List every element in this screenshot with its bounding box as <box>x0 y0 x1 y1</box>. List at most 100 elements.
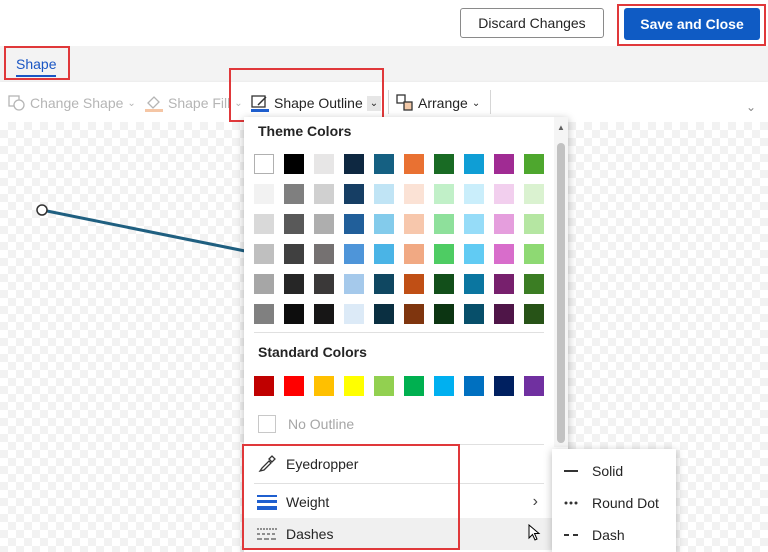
change-shape-label: Change Shape <box>30 95 124 111</box>
chevron-down-icon: ⌄ <box>234 97 243 109</box>
theme-color-swatch[interactable] <box>254 154 274 174</box>
theme-color-swatch[interactable] <box>404 184 424 204</box>
scroll-up-arrow-icon[interactable]: ▲ <box>557 123 565 132</box>
dashes-label: Dashes <box>286 526 334 542</box>
theme-color-swatch[interactable] <box>284 214 304 234</box>
dashes-icon <box>256 527 278 541</box>
theme-color-swatch[interactable] <box>524 304 544 324</box>
theme-color-swatch[interactable] <box>344 154 364 174</box>
theme-color-swatch[interactable] <box>464 244 484 264</box>
solid-option[interactable]: Solid <box>552 455 676 487</box>
theme-color-swatch[interactable] <box>314 184 334 204</box>
theme-color-swatch[interactable] <box>524 184 544 204</box>
eyedropper-menu-item[interactable]: Eyedropper <box>244 448 554 480</box>
theme-color-swatch[interactable] <box>404 214 424 234</box>
theme-color-swatch[interactable] <box>434 184 454 204</box>
discard-changes-button[interactable]: Discard Changes <box>460 8 604 38</box>
theme-color-swatch[interactable] <box>344 184 364 204</box>
theme-color-swatch[interactable] <box>404 304 424 324</box>
standard-color-swatch[interactable] <box>344 376 364 396</box>
standard-color-swatch[interactable] <box>494 376 514 396</box>
theme-color-swatch[interactable] <box>434 214 454 234</box>
theme-color-swatch[interactable] <box>374 154 394 174</box>
theme-color-swatch[interactable] <box>314 244 334 264</box>
ribbon-expand-button[interactable]: ⌄ <box>746 96 756 118</box>
theme-color-swatch[interactable] <box>254 274 274 294</box>
theme-color-swatch[interactable] <box>494 304 514 324</box>
theme-color-swatch[interactable] <box>344 214 364 234</box>
standard-color-swatch[interactable] <box>374 376 394 396</box>
theme-color-swatch[interactable] <box>254 214 274 234</box>
theme-color-swatch[interactable] <box>284 244 304 264</box>
top-bar: Discard Changes Save and Close <box>0 0 768 46</box>
theme-color-swatch[interactable] <box>344 244 364 264</box>
theme-color-swatch[interactable] <box>314 304 334 324</box>
theme-color-swatch[interactable] <box>314 154 334 174</box>
theme-color-swatch[interactable] <box>524 244 544 264</box>
theme-color-swatch[interactable] <box>494 244 514 264</box>
theme-color-swatch[interactable] <box>494 184 514 204</box>
theme-color-swatch[interactable] <box>254 184 274 204</box>
shape-fill-label: Shape Fill <box>168 95 231 111</box>
theme-color-swatch[interactable] <box>494 154 514 174</box>
standard-color-swatch[interactable] <box>314 376 334 396</box>
theme-color-swatch[interactable] <box>374 304 394 324</box>
change-shape-button[interactable]: Change Shape ⌄ <box>8 92 136 114</box>
theme-color-swatch[interactable] <box>434 304 454 324</box>
arrange-button[interactable]: Arrange ⌄ <box>396 92 480 114</box>
theme-color-swatch[interactable] <box>464 154 484 174</box>
shape-outline-button[interactable]: Shape Outline ⌄ <box>250 92 382 114</box>
theme-color-swatch[interactable] <box>314 274 334 294</box>
standard-color-swatch[interactable] <box>404 376 424 396</box>
theme-color-swatch[interactable] <box>344 304 364 324</box>
theme-color-swatch[interactable] <box>284 274 304 294</box>
dash-option[interactable]: Dash <box>552 519 676 551</box>
arrange-icon <box>396 94 413 111</box>
theme-color-swatch[interactable] <box>374 274 394 294</box>
dashes-menu-item[interactable]: Dashes <box>244 518 554 550</box>
theme-color-swatch[interactable] <box>434 154 454 174</box>
theme-color-swatch[interactable] <box>404 274 424 294</box>
theme-color-swatch[interactable] <box>284 154 304 174</box>
save-and-close-button[interactable]: Save and Close <box>624 8 760 40</box>
theme-color-swatch[interactable] <box>404 244 424 264</box>
theme-color-swatch[interactable] <box>254 244 274 264</box>
chevron-down-icon: ⌄ <box>471 97 481 109</box>
standard-color-swatch[interactable] <box>464 376 484 396</box>
dropdown-scrollbar[interactable]: ▲ <box>554 117 568 447</box>
theme-color-swatch[interactable] <box>524 154 544 174</box>
theme-color-swatch[interactable] <box>464 184 484 204</box>
theme-color-swatch[interactable] <box>404 154 424 174</box>
theme-color-swatch[interactable] <box>464 214 484 234</box>
theme-color-swatch[interactable] <box>374 244 394 264</box>
theme-color-swatch[interactable] <box>284 184 304 204</box>
line-endpoint-handle <box>36 204 48 216</box>
theme-color-swatch[interactable] <box>374 184 394 204</box>
standard-color-swatch[interactable] <box>254 376 274 396</box>
theme-color-swatch[interactable] <box>524 214 544 234</box>
scroll-thumb[interactable] <box>557 143 565 443</box>
chevron-right-icon: › <box>532 493 538 510</box>
chevron-down-icon: ⌄ <box>127 97 136 109</box>
standard-color-swatch[interactable] <box>284 376 304 396</box>
no-outline-option[interactable]: No Outline <box>258 415 354 433</box>
tab-shape[interactable]: Shape <box>16 56 56 72</box>
theme-color-swatch[interactable] <box>464 304 484 324</box>
theme-color-swatch[interactable] <box>464 274 484 294</box>
weight-menu-item[interactable]: Weight › <box>244 486 554 518</box>
theme-color-swatch[interactable] <box>284 304 304 324</box>
round-dot-option[interactable]: Round Dot <box>552 487 676 519</box>
theme-color-swatch[interactable] <box>344 274 364 294</box>
theme-color-swatch[interactable] <box>374 214 394 234</box>
standard-color-swatch[interactable] <box>434 376 454 396</box>
theme-color-swatch[interactable] <box>524 274 544 294</box>
theme-color-swatch[interactable] <box>434 274 454 294</box>
theme-color-swatch[interactable] <box>434 244 454 264</box>
theme-color-swatch[interactable] <box>254 304 274 324</box>
shape-fill-button[interactable]: Shape Fill ⌄ <box>144 92 243 114</box>
theme-color-swatch[interactable] <box>314 214 334 234</box>
theme-color-swatch[interactable] <box>494 274 514 294</box>
theme-color-swatch[interactable] <box>494 214 514 234</box>
pen-outline-icon <box>251 95 269 112</box>
standard-color-swatch[interactable] <box>524 376 544 396</box>
